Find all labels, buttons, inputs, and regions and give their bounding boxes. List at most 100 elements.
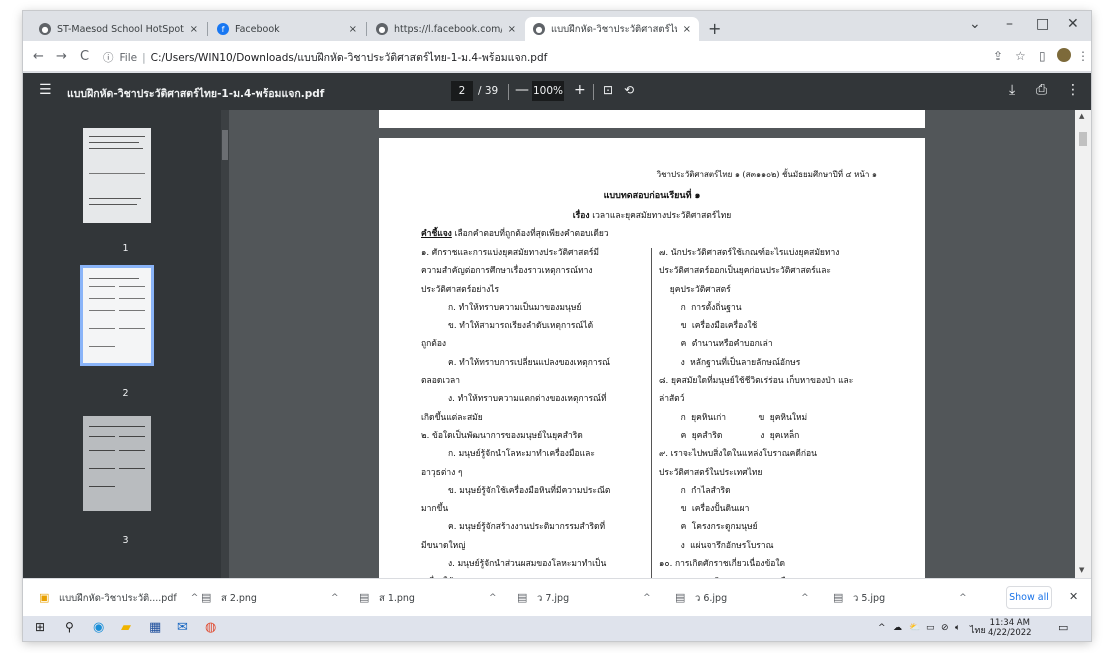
side-panel-icon[interactable]: ▯: [1039, 49, 1046, 63]
windows-start-icon[interactable]: ⊞: [35, 620, 45, 634]
thumbnail-number: 3: [122, 535, 129, 546]
close-tab-icon[interactable]: ×: [683, 24, 691, 35]
bookmark-star-icon[interactable]: ☆: [1015, 49, 1026, 63]
tab-facebook-link[interactable]: ● https://l.facebook.com/l.php?u=... ×: [368, 17, 524, 41]
info-icon[interactable]: ⓘ: [103, 50, 114, 65]
tab-pdf[interactable]: ● แบบฝึกหัด-วิชาประวัติศาสตร์ไทย-1-ม... …: [525, 17, 699, 41]
forward-button[interactable]: →: [56, 49, 67, 64]
image-file-icon: ▤: [675, 591, 686, 604]
share-icon[interactable]: ⇪: [993, 49, 1003, 63]
page-text-line: มากขึ้น: [421, 504, 449, 515]
chevron-up-icon[interactable]: ^: [191, 593, 199, 603]
page-text-line: ๑๐. การเกิดศักราชเกี่ยวเนื่องข้อใด: [659, 559, 786, 570]
thumbnail-page-2[interactable]: [80, 265, 154, 366]
tab-hotspot[interactable]: ● ST-Maesod School HotSpot W... ×: [31, 17, 206, 41]
page-title: แบบทดสอบก่อนเรียนที่ ๑: [603, 191, 701, 201]
close-downloads-button[interactable]: ✕: [1069, 590, 1078, 603]
page-text-line: เกิดขึ้นแต่ละสมัย: [421, 412, 483, 423]
page-subject: เรื่อง เวลาและยุคสมัยทางประวัติศาสตร์ไทย: [379, 208, 925, 222]
tab-title: แบบฝึกหัด-วิชาประวัติศาสตร์ไทย-1-ม...: [551, 23, 677, 35]
page-text-line: อาวุธต่าง ๆ: [421, 467, 463, 478]
volume-icon[interactable]: 🔈︎: [955, 623, 960, 633]
tab-title: https://l.facebook.com/l.php?u=...: [394, 23, 502, 35]
download-item[interactable]: ▤ ส 2.png ^: [201, 579, 339, 617]
download-item[interactable]: ▤ ว 6.jpg ^: [675, 579, 809, 617]
chevron-up-icon[interactable]: ^: [959, 593, 967, 603]
mail-icon[interactable]: ✉: [177, 620, 188, 635]
image-file-icon: ▤: [517, 591, 528, 604]
print-icon[interactable]: ⎙: [1036, 82, 1047, 98]
close-tab-icon[interactable]: ×: [349, 24, 357, 35]
image-file-icon: ▤: [201, 591, 212, 604]
left-column: ๑. ศักราชและการแบ่งยุคสมัยทางประวัติศาสต…: [421, 244, 665, 578]
maximize-button[interactable]: □: [1036, 16, 1049, 32]
notification-icon[interactable]: ▭: [1058, 621, 1068, 634]
battery-icon: ▭: [926, 623, 935, 633]
windows-taskbar: ⊞ ⚲ ◉ ▰ ▦ ✉ ◍ ^ ☁ ⛅ ▭ ⊘ 🔈︎ ไทย 11:34 AM …: [23, 616, 1091, 641]
chevron-up-icon[interactable]: ^: [489, 593, 497, 603]
back-button[interactable]: ←: [33, 49, 44, 64]
tray-chevron-icon[interactable]: ^: [878, 623, 886, 633]
download-icon[interactable]: ⤓: [1009, 82, 1015, 98]
page-text-line: ค โครงกระดูกมนุษย์: [659, 522, 758, 533]
close-tab-icon[interactable]: ×: [508, 24, 516, 35]
weather-icon[interactable]: ☁: [893, 623, 902, 633]
zoom-in-button[interactable]: +: [574, 82, 586, 98]
chevron-up-icon[interactable]: ^: [801, 593, 809, 603]
profile-avatar[interactable]: [1057, 48, 1071, 62]
close-tab-icon[interactable]: ×: [190, 24, 198, 35]
download-name: ว 6.jpg: [695, 592, 728, 604]
viewer-scrollbar[interactable]: ▲ ▼: [1075, 110, 1091, 578]
language-indicator[interactable]: ไทย: [970, 623, 986, 637]
file-label: File: [119, 51, 138, 64]
thumbnail-page-1[interactable]: [83, 128, 151, 223]
store-icon[interactable]: ▦: [149, 620, 161, 635]
page-number-input[interactable]: 2: [451, 81, 473, 101]
sidebar-scrollbar[interactable]: [221, 110, 229, 578]
zoom-out-button[interactable]: —: [515, 82, 529, 98]
tab-facebook[interactable]: f Facebook ×: [209, 17, 365, 41]
minimize-button[interactable]: –: [1006, 16, 1013, 32]
new-tab-button[interactable]: +: [708, 19, 721, 38]
rotate-icon[interactable]: ⟲: [624, 83, 634, 97]
download-item[interactable]: ▤ ว 7.jpg ^: [517, 579, 651, 617]
page-text-line: ก กำไลสำริด: [659, 485, 731, 496]
close-window-button[interactable]: ✕: [1067, 16, 1079, 32]
thumbnail-number: 1: [122, 243, 129, 254]
page-text-line: ก. มนุษย์รู้จักนำโลหะมาทำเครื่องมือและ: [421, 449, 595, 460]
search-icon[interactable]: ⚲: [65, 620, 74, 634]
tab-search-icon[interactable]: ⌄: [969, 16, 981, 32]
show-all-button[interactable]: Show all: [1006, 586, 1052, 609]
zoom-level-input[interactable]: 100%: [532, 81, 564, 101]
network-icon[interactable]: ⊘: [941, 623, 949, 633]
page-text-line: ยุคประวัติศาสตร์: [659, 284, 731, 295]
menu-dots-icon[interactable]: ⋮: [1077, 49, 1089, 63]
page-text-line: ง หลักฐานที่เป็นลายลักษณ์อักษร: [659, 357, 801, 368]
chrome-icon[interactable]: ◍: [205, 620, 216, 635]
pdf-viewer[interactable]: วิชาประวัติศาสตร์ไทย ๑ (ส๓๑๑๐๒) ชั้นมัธย…: [229, 110, 1075, 578]
address-bar[interactable]: ⓘ File | C:/Users/WIN10/Downloads/แบบฝึก…: [103, 47, 1003, 68]
download-item[interactable]: ▤ ส 1.png ^: [359, 579, 497, 617]
download-item[interactable]: ▣ แบบฝึกหัด-วิชาประวัติ....pdf ^: [39, 579, 198, 617]
page-text-line: ค ตำนานหรือคำบอกเล่า: [659, 339, 773, 350]
onedrive-icon[interactable]: ⛅: [909, 623, 920, 633]
file-explorer-icon[interactable]: ▰: [121, 620, 131, 635]
download-name: ส 2.png: [221, 592, 257, 604]
page-text-line: ข เครื่องมือเครื่องใช้: [659, 321, 758, 332]
page-total: / 39: [478, 85, 499, 97]
more-actions-icon[interactable]: ⋮: [1066, 82, 1080, 98]
reload-button[interactable]: C: [80, 49, 89, 64]
edge-icon[interactable]: ◉: [93, 620, 104, 635]
globe-icon: ●: [533, 23, 545, 35]
fit-page-icon[interactable]: ⊡: [603, 83, 613, 97]
clock[interactable]: 11:34 AM 4/22/2022: [988, 618, 1032, 638]
thumbnail-page-3[interactable]: [83, 416, 151, 511]
download-name: ว 7.jpg: [537, 592, 570, 604]
pdf-menu-icon[interactable]: ☰: [39, 82, 52, 98]
image-file-icon: ▤: [833, 591, 844, 604]
directions-text: เลือกคำตอบที่ถูกต้องที่สุดเพียงคำตอบเดีย…: [454, 229, 609, 239]
chevron-up-icon[interactable]: ^: [643, 593, 651, 603]
pdf-toolbar: ☰ แบบฝึกหัด-วิชาประวัติศาสตร์ไทย-1-ม.4-พ…: [23, 73, 1091, 110]
download-item[interactable]: ▤ ว 5.jpg ^: [833, 579, 967, 617]
chevron-up-icon[interactable]: ^: [331, 593, 339, 603]
